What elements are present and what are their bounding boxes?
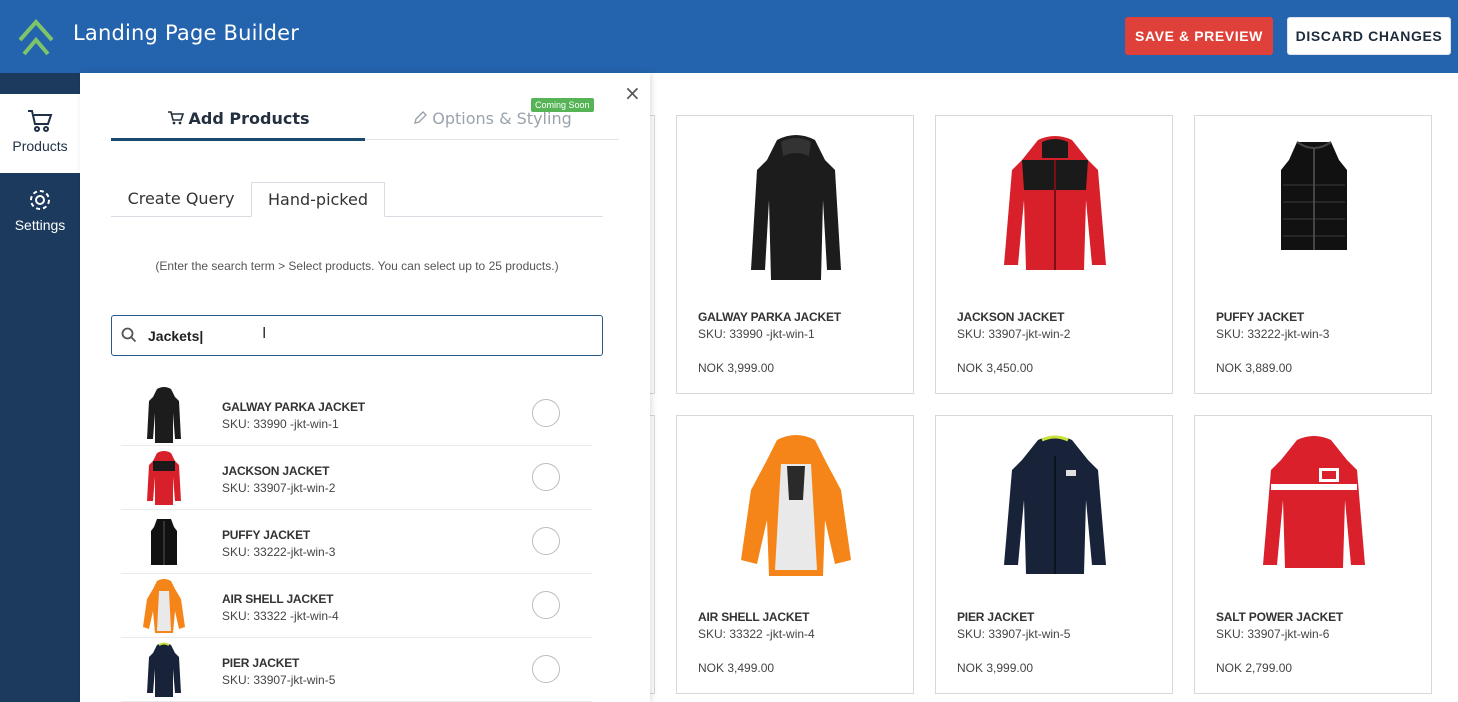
product-card[interactable]: SALT POWER JACKET SKU: 33907-jkt-win-6 N… (1194, 415, 1432, 694)
product-price: NOK 3,450.00 (957, 361, 1034, 375)
logo-icon (18, 18, 54, 56)
product-card-partial (650, 115, 655, 394)
product-sku: SKU: 33907-jkt-win-5 (222, 673, 336, 687)
product-card-partial (650, 415, 655, 694)
product-name: JACKSON JACKET (957, 310, 1065, 324)
product-card[interactable]: JACKSON JACKET SKU: 33907-jkt-win-2 NOK … (935, 115, 1173, 394)
product-name: PIER JACKET (222, 656, 300, 670)
sidebar-item-label: Products (12, 138, 68, 154)
add-products-panel: × Coming Soon Add Products Options & Sty… (80, 73, 650, 702)
select-radio[interactable] (532, 655, 560, 683)
product-name: PUFFY JACKET (1216, 310, 1305, 324)
product-card[interactable]: GALWAY PARKA JACKET SKU: 33990 -jkt-win-… (676, 115, 914, 394)
close-icon[interactable]: × (624, 81, 641, 105)
product-sku: SKU: 33990 -jkt-win-1 (222, 417, 339, 431)
product-name: JACKSON JACKET (222, 464, 330, 478)
product-name: GALWAY PARKA JACKET (698, 310, 841, 324)
select-radio[interactable] (532, 463, 560, 491)
select-radio[interactable] (532, 527, 560, 555)
jacket-thumbnail (147, 642, 181, 697)
list-item[interactable]: AIR SHELL JACKET SKU: 33322 -jkt-win-4 (121, 574, 592, 638)
vest-image (1281, 141, 1347, 250)
tab-options-styling[interactable]: Options & Styling (365, 109, 619, 141)
product-name: PUFFY JACKET (222, 528, 311, 542)
jacket-image (1004, 136, 1106, 270)
product-sku: SKU: 33907-jkt-win-2 (957, 327, 1071, 341)
cart-icon (167, 111, 184, 125)
list-item[interactable]: GALWAY PARKA JACKET SKU: 33990 -jkt-win-… (121, 382, 592, 446)
product-name: GALWAY PARKA JACKET (222, 400, 365, 414)
save-preview-button[interactable]: SAVE & PREVIEW (1125, 17, 1273, 55)
cart-icon (28, 110, 53, 132)
discard-changes-button[interactable]: DISCARD CHANGES (1287, 17, 1451, 55)
product-sku: SKU: 33222-jkt-win-3 (1216, 327, 1330, 341)
jacket-thumbnail (147, 387, 181, 443)
app-title: Landing Page Builder (73, 21, 300, 45)
product-price: NOK 3,999.00 (698, 361, 775, 375)
product-price: NOK 3,889.00 (1216, 361, 1293, 375)
product-name: PIER JACKET (957, 610, 1035, 624)
product-card[interactable]: PIER JACKET SKU: 33907-jkt-win-5 NOK 3,9… (935, 415, 1173, 694)
list-item[interactable]: PUFFY JACKET SKU: 33222-jkt-win-3 (121, 510, 592, 574)
product-sku: SKU: 33322 -jkt-win-4 (222, 609, 339, 623)
subtab-create-query[interactable]: Create Query (111, 182, 251, 217)
search-input[interactable]: Jackets| I (111, 315, 603, 356)
left-sidebar: Products Settings (0, 73, 80, 702)
jacket-image (1004, 435, 1106, 574)
select-radio[interactable] (532, 591, 560, 619)
product-sku: SKU: 33907-jkt-win-6 (1216, 627, 1330, 641)
jacket-thumbnail (147, 451, 181, 505)
product-name: AIR SHELL JACKET (698, 610, 810, 624)
jacket-thumbnail (143, 579, 185, 633)
vest-thumbnail (151, 519, 177, 565)
tab-add-products[interactable]: Add Products (111, 109, 365, 141)
tab-active-indicator (111, 138, 365, 141)
text-cursor-icon: I (262, 325, 267, 342)
subtab-hand-picked[interactable]: Hand-picked (251, 182, 385, 217)
product-sku: SKU: 33990 -jkt-win-1 (698, 327, 815, 341)
product-name: SALT POWER JACKET (1216, 610, 1344, 624)
product-price: NOK 3,499.00 (698, 661, 775, 675)
tab-label: Options & Styling (432, 109, 572, 128)
list-item[interactable]: PIER JACKET SKU: 33907-jkt-win-5 (121, 638, 592, 702)
product-card[interactable]: AIR SHELL JACKET SKU: 33322 -jkt-win-4 N… (676, 415, 914, 694)
gear-icon (30, 190, 50, 210)
product-price: NOK 2,799.00 (1216, 661, 1293, 675)
pencil-icon (414, 111, 428, 124)
sidebar-item-settings[interactable]: Settings (0, 173, 80, 252)
search-icon (121, 327, 137, 343)
tab-label: Add Products (188, 109, 310, 128)
top-bar: Landing Page Builder SAVE & PREVIEW DISC… (0, 0, 1458, 73)
sidebar-item-products[interactable]: Products (0, 94, 80, 173)
search-value: Jackets| (148, 328, 204, 344)
product-name: AIR SHELL JACKET (222, 592, 334, 606)
select-radio[interactable] (532, 399, 560, 427)
product-price: NOK 3,999.00 (957, 661, 1034, 675)
product-sku: SKU: 33907-jkt-win-5 (957, 627, 1071, 641)
product-sku: SKU: 33322 -jkt-win-4 (698, 627, 815, 641)
product-sku: SKU: 33907-jkt-win-2 (222, 481, 336, 495)
jacket-image (751, 135, 841, 280)
jacket-image (741, 435, 851, 576)
jacket-image (1263, 436, 1365, 568)
list-item[interactable]: JACKSON JACKET SKU: 33907-jkt-win-2 (121, 446, 592, 510)
sidebar-item-label: Settings (14, 217, 66, 233)
product-card[interactable]: PUFFY JACKET SKU: 33222-jkt-win-3 NOK 3,… (1194, 115, 1432, 394)
instructions-text: (Enter the search term > Select products… (155, 259, 559, 273)
product-sku: SKU: 33222-jkt-win-3 (222, 545, 336, 559)
